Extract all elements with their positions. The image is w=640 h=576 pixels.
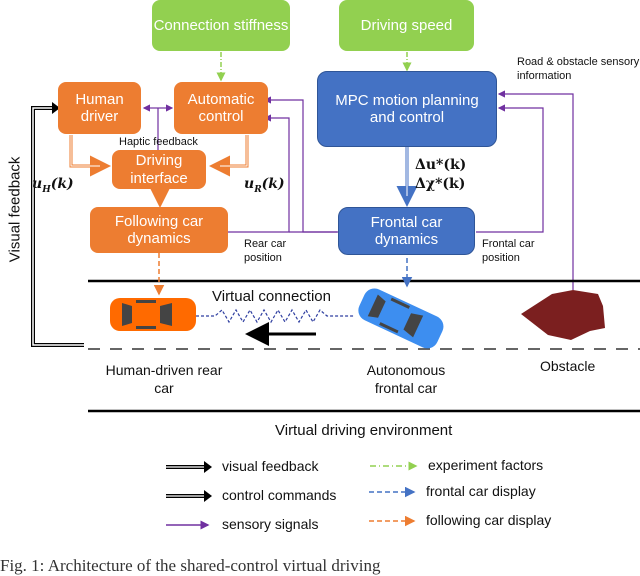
legend-sensory-signals: sensory signals — [222, 516, 319, 532]
delta-chi-math: Δχ*(k) — [415, 176, 466, 192]
following-car-dynamics-label: Following car dynamics — [114, 212, 204, 247]
visual-feedback-line-inner — [32, 107, 84, 346]
visual-feedback-line-outer — [31, 106, 84, 347]
driving-speed-label: Driving speed — [360, 16, 453, 34]
legend-visual-feedback: visual feedback — [222, 458, 319, 474]
figure-caption: Fig. 1: Architecture of the shared-contr… — [0, 556, 381, 575]
virtual-driving-environment-label: Virtual driving environment — [275, 422, 453, 439]
autonomous-frontal-car-label: Autonomous frontal car — [366, 362, 446, 396]
mpc-label: MPC motion planning and control — [335, 91, 479, 126]
control-command-auto — [209, 135, 249, 177]
control-command-human-inner — [70, 135, 100, 167]
rear-car-icon — [110, 298, 196, 331]
automatic-control-box: Automatic control — [174, 82, 268, 134]
connection-stiffness-box: Connection stiffness — [152, 0, 290, 51]
virtual-connection-label: Virtual connection — [212, 288, 331, 305]
human-driver-label: Human driver — [75, 90, 124, 125]
obstacle-label: Obstacle — [540, 358, 596, 374]
rear-car-position-signal — [227, 114, 290, 233]
frontal-car-position-label: Frontal car position — [482, 238, 535, 264]
legend-line-visual-feedback — [166, 461, 212, 473]
legend-following-car-display: following car display — [426, 512, 552, 528]
control-command-human — [69, 135, 111, 177]
human-driven-rear-car-label: Human-driven rear car — [105, 362, 223, 396]
legend-experiment-factors: experiment factors — [428, 457, 544, 473]
haptic-feedback-label: Haptic feedback — [119, 136, 198, 148]
human-driver-box: Human driver — [58, 82, 141, 134]
u-h-math: uH(k) — [32, 176, 74, 195]
legend-control-commands: control commands — [222, 487, 337, 503]
frontal-car-dynamics-label: Frontal car dynamics — [370, 213, 443, 248]
control-command-auto-inner — [220, 135, 248, 167]
driving-interface-box: Driving interface — [112, 150, 206, 189]
visual-feedback-label: Visual feedback — [6, 156, 24, 263]
virtual-connection-spring — [196, 308, 355, 324]
automatic-control-label: Automatic control — [187, 90, 255, 125]
driving-speed-box: Driving speed — [339, 0, 474, 51]
legend-line-control-commands — [166, 490, 212, 502]
rear-car-position-label: Rear car position — [244, 238, 287, 264]
obstacle-shape — [521, 290, 605, 340]
delta-u-math: Δu*(k) — [415, 157, 467, 173]
frontal-car-dynamics-box: Frontal car dynamics — [338, 207, 475, 255]
u-r-math: uR(k) — [244, 176, 285, 195]
road-obstacle-info-label: Road & obstacle sensory information — [517, 56, 640, 82]
connection-stiffness-label: Connection stiffness — [153, 16, 289, 34]
following-car-dynamics-box: Following car dynamics — [90, 207, 228, 253]
mpc-box: MPC motion planning and control — [317, 71, 497, 147]
legend-frontal-car-display: frontal car display — [426, 483, 536, 499]
frontal-car-icon — [358, 288, 444, 349]
driving-interface-label: Driving interface — [130, 152, 188, 187]
